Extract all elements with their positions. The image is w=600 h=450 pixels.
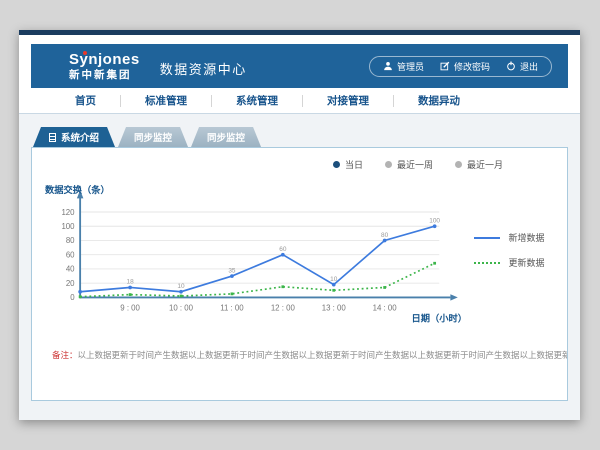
nav-item-standard-mgmt[interactable]: 标准管理 bbox=[121, 93, 211, 108]
range-option-last-month-label: 最近一月 bbox=[467, 158, 503, 171]
svg-text:80: 80 bbox=[66, 236, 75, 245]
change-password-label: 修改密码 bbox=[454, 60, 490, 73]
user-actions: 管理员 修改密码 退出 bbox=[369, 56, 552, 77]
logo-text: Synjones bbox=[69, 52, 140, 67]
svg-text:13 : 00: 13 : 00 bbox=[322, 303, 347, 312]
tab-system-intro[interactable]: 系统介绍 bbox=[33, 127, 115, 147]
legend-item-new-data: 新增数据 bbox=[474, 231, 567, 244]
svg-text:11 : 00: 11 : 00 bbox=[220, 303, 244, 312]
tab-sync-monitor-1-label: 同步监控 bbox=[134, 130, 172, 144]
footnote-text: 以上数据更新于时间产生数据以上数据更新于时间产生数据以上数据更新于时间产生数据以… bbox=[78, 350, 567, 360]
svg-text:100: 100 bbox=[61, 222, 75, 231]
svg-text:10 : 00: 10 : 00 bbox=[169, 303, 194, 312]
svg-text:18: 18 bbox=[127, 279, 135, 286]
page-title: 数据资源中心 bbox=[160, 59, 247, 78]
chart-legend: 新增数据 更新数据 bbox=[474, 173, 567, 333]
tab-sync-monitor-1[interactable]: 同步监控 bbox=[118, 127, 188, 147]
app-window: Synjones 新中新集团 数据资源中心 管理员 修改密码 退出 bbox=[19, 30, 580, 420]
logout-button[interactable]: 退出 bbox=[506, 60, 538, 73]
svg-text:14 : 00: 14 : 00 bbox=[373, 303, 398, 312]
range-option-last-month[interactable]: 最近一月 bbox=[455, 158, 503, 171]
tab-bar: 系统介绍 同步监控 同步监控 bbox=[33, 127, 568, 147]
legend-line-sample bbox=[474, 262, 500, 264]
main-nav: 首页 标准管理 系统管理 对接管理 数据异动 bbox=[19, 88, 580, 114]
range-option-last-week[interactable]: 最近一周 bbox=[385, 158, 433, 171]
svg-text:10: 10 bbox=[330, 276, 338, 283]
svg-text:40: 40 bbox=[66, 265, 75, 274]
svg-text:12 : 00: 12 : 00 bbox=[271, 303, 296, 312]
footnote-prefix: 备注： bbox=[52, 350, 78, 360]
header-wrap: Synjones 新中新集团 数据资源中心 管理员 修改密码 退出 bbox=[19, 35, 580, 88]
svg-text:35: 35 bbox=[228, 267, 236, 274]
svg-text:80: 80 bbox=[381, 232, 389, 239]
nav-item-system-mgmt[interactable]: 系统管理 bbox=[212, 93, 302, 108]
radio-icon bbox=[455, 161, 462, 168]
edit-icon bbox=[440, 61, 450, 71]
legend-item-updated-data: 更新数据 bbox=[474, 256, 567, 269]
power-icon bbox=[506, 61, 516, 71]
svg-text:0: 0 bbox=[70, 293, 75, 302]
range-option-today[interactable]: 当日 bbox=[333, 158, 363, 171]
range-option-last-week-label: 最近一周 bbox=[397, 158, 433, 171]
legend-label: 更新数据 bbox=[508, 256, 544, 269]
logo-subtitle: 新中新集团 bbox=[69, 70, 140, 81]
svg-text:60: 60 bbox=[66, 250, 75, 259]
admin-user-label: 管理员 bbox=[397, 60, 424, 73]
user-icon bbox=[383, 61, 393, 71]
svg-text:100: 100 bbox=[429, 218, 440, 225]
footnote: 备注：以上数据更新于时间产生数据以上数据更新于时间产生数据以上数据更新于时间产生… bbox=[32, 349, 567, 361]
document-icon bbox=[49, 133, 56, 142]
svg-text:20: 20 bbox=[66, 279, 75, 288]
range-filter: 当日 最近一周 最近一月 bbox=[32, 158, 503, 171]
line-chart: 0 20 40 60 80 100 120 9 : 00 10 : 00 11 : 00 12 : … bbox=[32, 173, 474, 333]
change-password-button[interactable]: 修改密码 bbox=[440, 60, 490, 73]
chart-panel: 当日 最近一周 最近一月 0 20 40 60 80 100 120 9 : 00 10 : 0… bbox=[31, 147, 568, 401]
tab-system-intro-label: 系统介绍 bbox=[61, 130, 99, 144]
company-logo: Synjones 新中新集团 bbox=[69, 52, 140, 81]
range-option-today-label: 当日 bbox=[345, 158, 363, 171]
radio-icon bbox=[333, 161, 340, 168]
nav-item-home[interactable]: 首页 bbox=[51, 93, 120, 108]
tab-sync-monitor-2-label: 同步监控 bbox=[207, 130, 245, 144]
svg-text:60: 60 bbox=[279, 246, 287, 253]
nav-item-interface-mgmt[interactable]: 对接管理 bbox=[303, 93, 393, 108]
svg-text:120: 120 bbox=[61, 208, 75, 217]
legend-line-sample bbox=[474, 237, 500, 239]
app-header: Synjones 新中新集团 数据资源中心 管理员 修改密码 退出 bbox=[31, 44, 568, 88]
tab-sync-monitor-2[interactable]: 同步监控 bbox=[191, 127, 261, 147]
logo-red-dot-icon bbox=[83, 51, 87, 55]
logout-label: 退出 bbox=[520, 60, 538, 73]
svg-text:数据交换（条）: 数据交换（条） bbox=[45, 184, 110, 195]
chart-row: 0 20 40 60 80 100 120 9 : 00 10 : 00 11 : 00 12 : … bbox=[32, 173, 567, 333]
nav-item-data-change[interactable]: 数据异动 bbox=[394, 93, 484, 108]
legend-label: 新增数据 bbox=[508, 231, 544, 244]
radio-icon bbox=[385, 161, 392, 168]
admin-user-button[interactable]: 管理员 bbox=[383, 60, 424, 73]
svg-text:10: 10 bbox=[177, 283, 185, 290]
svg-text:9 : 00: 9 : 00 bbox=[120, 303, 140, 312]
content-area: 系统介绍 同步监控 同步监控 当日 最近一周 bbox=[19, 114, 580, 420]
svg-text:日期（小时）: 日期（小时） bbox=[412, 312, 467, 323]
